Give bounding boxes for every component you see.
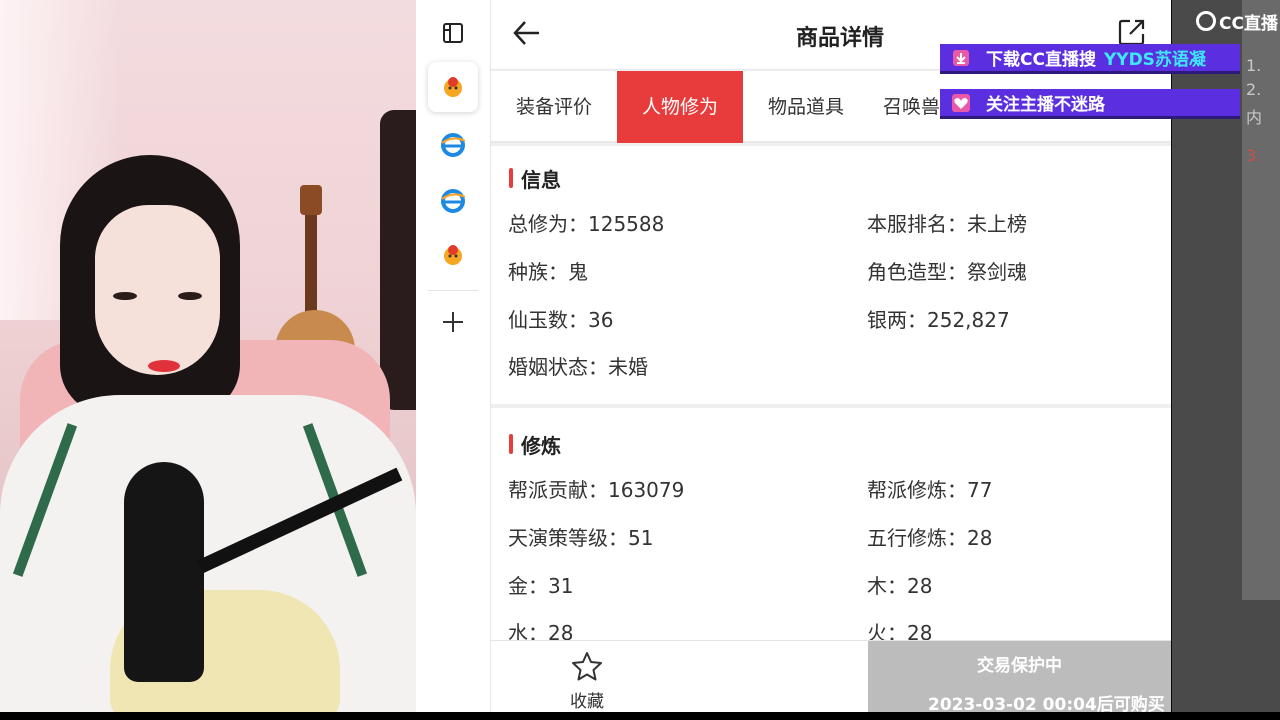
streamer-eye-left: [113, 292, 137, 300]
cc-logo-text: CC直播: [1219, 13, 1278, 34]
download-banner-highlight: YYDS苏语凝: [1103, 50, 1206, 70]
field-guild-contribution: 帮派贡献：163079: [508, 478, 685, 502]
streamer-face: [95, 205, 220, 375]
tab-character[interactable]: 人物修为: [617, 71, 743, 143]
star-icon: [572, 652, 602, 681]
tab-items[interactable]: 物品道具: [743, 71, 869, 143]
favorite-label: 收藏: [570, 692, 604, 712]
field-tianyance-level: 天演策等级：51: [508, 526, 654, 550]
field-metal: 金：31: [508, 574, 574, 598]
download-banner: 下载CC直播搜 YYDS苏语凝: [940, 44, 1240, 74]
tab-equipment[interactable]: 装备评价: [491, 71, 617, 143]
section-title-cultivation: 修炼: [509, 430, 561, 459]
field-character-model: 角色造型：祭剑魂: [867, 260, 1027, 284]
cultivation-card: 修炼 帮派贡献：163079 帮派修炼：77 天演策等级：51 五行修炼：28 …: [491, 408, 1171, 648]
cc-live-logo: CC直播: [1196, 8, 1278, 34]
streamer-lips: [148, 360, 180, 372]
browser-icon[interactable]: [428, 120, 478, 170]
info-card: 信息 总修为：125588 本服排名：未上榜 种族：鬼 角色造型：祭剑魂 仙玉数…: [491, 146, 1171, 404]
curtain: [380, 110, 416, 410]
field-five-elements: 五行修炼：28: [867, 526, 993, 550]
field-guild-cultivation: 帮派修炼：77: [867, 478, 993, 502]
browser-icon[interactable]: [428, 176, 478, 226]
background-text: 2.: [1246, 80, 1262, 99]
trade-available-time: 2023-03-02 00:04后可购买: [928, 695, 1165, 712]
bottom-action-bar: 收藏 交易保护中 2023-03-02 00:04后可购买: [491, 640, 1171, 712]
cc-logo-icon: [1196, 11, 1216, 31]
field-silver: 银两：252,827: [867, 308, 1010, 332]
guitar-head: [300, 185, 322, 215]
field-marital-status: 婚姻状态：未婚: [508, 355, 648, 379]
plus-icon[interactable]: [428, 297, 478, 347]
microphone: [124, 462, 204, 682]
buy-button-disabled[interactable]: 交易保护中 2023-03-02 00:04后可购买: [868, 641, 1171, 712]
field-race: 种族：鬼: [508, 260, 588, 284]
sidebar-divider: [428, 290, 478, 291]
trade-status: 交易保护中: [977, 656, 1062, 676]
heart-icon: [950, 92, 972, 114]
background-text: 1.: [1246, 56, 1262, 75]
game-avatar-icon[interactable]: [428, 230, 478, 280]
streamer-eye-right: [178, 292, 202, 300]
letterbox-bottom: [0, 712, 1280, 720]
download-banner-text: 下载CC直播搜: [986, 50, 1096, 70]
field-server-rank: 本服排名：未上榜: [867, 212, 1027, 236]
field-jade-count: 仙玉数：36: [508, 308, 614, 332]
background-text: 内: [1246, 108, 1263, 127]
field-total-cultivation: 总修为：125588: [508, 212, 665, 236]
follow-banner: 关注主播不迷路: [940, 89, 1240, 119]
screen: 商品详情 装备评价 人物修为 物品道具 召唤兽 信息 总修为：125588 本服…: [0, 0, 1280, 720]
download-icon: [950, 47, 972, 69]
field-wood: 木：28: [867, 574, 933, 598]
app-sidebar: [416, 0, 491, 712]
window-icon[interactable]: [428, 8, 478, 58]
background-text: 3.: [1246, 146, 1262, 165]
game-avatar-icon[interactable]: [428, 62, 478, 112]
webcam-feed: [0, 0, 416, 712]
section-title-info: 信息: [509, 164, 561, 193]
favorite-button[interactable]: 收藏: [561, 651, 613, 712]
follow-banner-text: 关注主播不迷路: [986, 95, 1105, 115]
